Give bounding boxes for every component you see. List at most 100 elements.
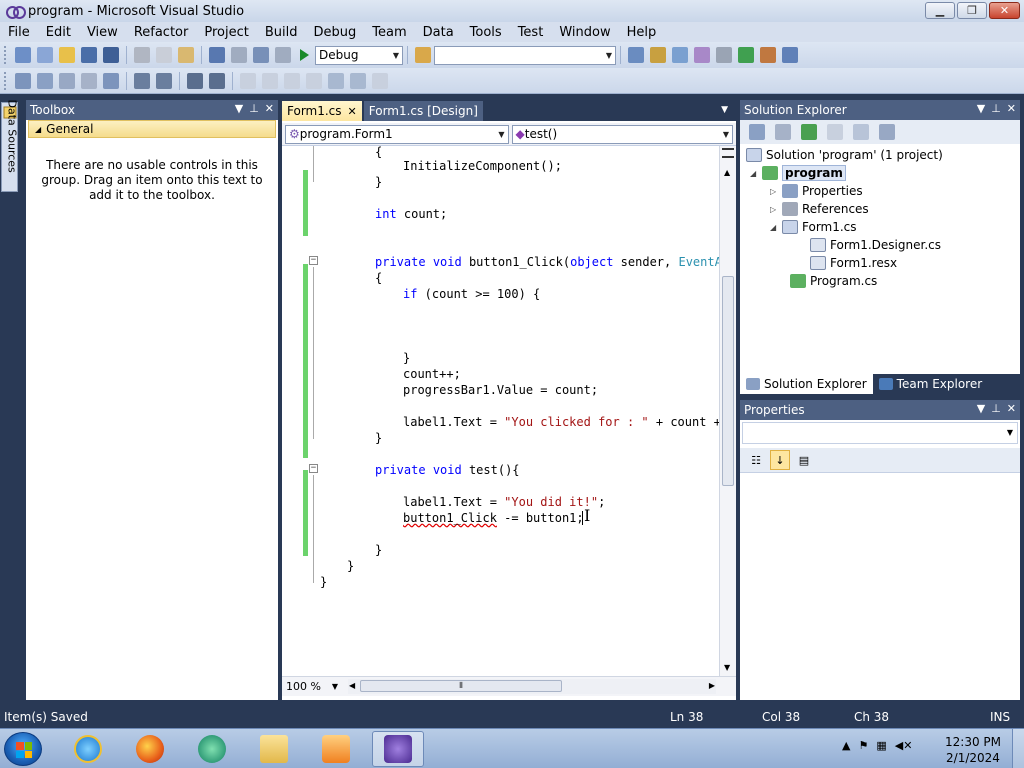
minimize-button[interactable]: ▁ bbox=[925, 2, 955, 19]
toolbox-group-general[interactable]: ◢ General bbox=[28, 120, 276, 138]
close-icon[interactable]: ✕ bbox=[348, 105, 357, 118]
taskbar-visual-studio[interactable] bbox=[372, 731, 424, 767]
tree-item-properties[interactable]: ▷ Properties bbox=[770, 182, 863, 200]
menu-view[interactable]: View bbox=[79, 25, 126, 40]
start-button[interactable] bbox=[4, 732, 42, 766]
undo-icon[interactable] bbox=[209, 47, 225, 63]
menu-file[interactable]: File bbox=[0, 25, 38, 40]
show-desktop-button[interactable] bbox=[1012, 729, 1024, 768]
toggle-bookmark-icon[interactable] bbox=[240, 72, 256, 89]
tab-team-explorer[interactable]: Team Explorer bbox=[873, 374, 989, 394]
auto-hide-pin-icon[interactable]: ⊥ bbox=[249, 102, 259, 115]
find-in-files-icon[interactable] bbox=[415, 47, 431, 63]
navigate-forward-icon[interactable] bbox=[275, 47, 291, 63]
close-icon[interactable]: ✕ bbox=[265, 102, 274, 115]
parameter-info-icon[interactable] bbox=[37, 72, 53, 89]
taskbar-media-player[interactable] bbox=[310, 731, 362, 767]
clear-bookmarks-icon[interactable] bbox=[350, 72, 366, 89]
object-selector-combo[interactable]: ▼ bbox=[742, 422, 1018, 444]
menu-debug[interactable]: Debug bbox=[305, 25, 364, 40]
window-position-icon[interactable]: ▼ bbox=[977, 102, 985, 115]
refresh-icon[interactable] bbox=[801, 124, 817, 140]
categorized-icon[interactable]: ☷ bbox=[746, 450, 766, 470]
auto-hide-pin-icon[interactable]: ⊥ bbox=[991, 402, 1001, 415]
show-all-files-icon[interactable] bbox=[775, 124, 791, 140]
save-all-icon[interactable] bbox=[103, 47, 119, 63]
close-icon[interactable]: ✕ bbox=[1007, 102, 1016, 115]
zoom-combo[interactable]: 100 % ▼ bbox=[282, 678, 342, 695]
active-files-dropdown-icon[interactable]: ▼ bbox=[721, 105, 728, 115]
collapse-outline-icon[interactable]: − bbox=[309, 464, 318, 473]
extension-manager-icon[interactable] bbox=[760, 47, 776, 63]
menu-help[interactable]: Help bbox=[619, 25, 665, 40]
taskbar-app[interactable] bbox=[186, 731, 238, 767]
types-combo[interactable]: ⚙program.Form1 ▼ bbox=[285, 124, 509, 144]
menu-team[interactable]: Team bbox=[364, 25, 414, 40]
open-file-icon[interactable] bbox=[59, 47, 75, 63]
solution-configuration-combo[interactable]: Debug ▼ bbox=[315, 45, 403, 65]
decrease-indent-icon[interactable] bbox=[134, 72, 150, 89]
add-item-icon[interactable] bbox=[37, 47, 53, 63]
object-browser-icon[interactable] bbox=[672, 47, 688, 63]
display-word-completion-icon[interactable] bbox=[103, 72, 119, 89]
quick-info-icon[interactable] bbox=[59, 72, 75, 89]
scrollbar-thumb[interactable]: ⦀ bbox=[360, 680, 562, 692]
copy-icon[interactable] bbox=[156, 47, 172, 63]
property-pages-icon[interactable]: ▤ bbox=[794, 450, 814, 470]
scroll-up-icon[interactable]: ▲ bbox=[724, 168, 730, 177]
next-bookmark-folder-icon[interactable] bbox=[328, 72, 344, 89]
tree-item-form1[interactable]: ◢ Form1.cs bbox=[770, 218, 857, 236]
toolbox-icon[interactable] bbox=[694, 47, 710, 63]
tools-icon[interactable] bbox=[716, 47, 732, 63]
previous-bookmark-folder-icon[interactable] bbox=[306, 72, 322, 89]
scroll-right-icon[interactable]: ▶ bbox=[709, 681, 715, 690]
save-icon[interactable] bbox=[81, 47, 97, 63]
comment-out-icon[interactable] bbox=[187, 72, 203, 89]
paste-icon[interactable] bbox=[178, 47, 194, 63]
action-center-flag-icon[interactable]: ⚑ bbox=[858, 739, 868, 752]
menu-project[interactable]: Project bbox=[196, 25, 256, 40]
scroll-down-icon[interactable]: ▼ bbox=[724, 663, 730, 672]
expanded-triangle-icon[interactable]: ◢ bbox=[750, 169, 762, 178]
menu-build[interactable]: Build bbox=[257, 25, 306, 40]
tree-item-program-cs[interactable]: Program.cs bbox=[790, 272, 877, 290]
auto-hide-pin-icon[interactable]: ⊥ bbox=[991, 102, 1001, 115]
collapse-outline-icon[interactable]: − bbox=[309, 256, 318, 265]
uncomment-icon[interactable] bbox=[209, 72, 225, 89]
increase-indent-icon[interactable] bbox=[156, 72, 172, 89]
menu-edit[interactable]: Edit bbox=[38, 25, 79, 40]
tree-item-form1-designer[interactable]: Form1.Designer.cs bbox=[810, 236, 941, 254]
menu-tools[interactable]: Tools bbox=[462, 25, 510, 40]
tab-solution-explorer[interactable]: Solution Explorer bbox=[740, 374, 873, 394]
tree-item-form1-resx[interactable]: Form1.resx bbox=[810, 254, 897, 272]
tree-item-references[interactable]: ▷ References bbox=[770, 200, 869, 218]
bookmark-window-icon[interactable] bbox=[372, 72, 388, 89]
scroll-left-icon[interactable]: ◀ bbox=[349, 681, 355, 690]
complete-word-icon[interactable] bbox=[81, 72, 97, 89]
find-combo[interactable]: ▼ bbox=[434, 45, 616, 65]
expanded-triangle-icon[interactable]: ◢ bbox=[770, 223, 782, 232]
menu-data[interactable]: Data bbox=[415, 25, 462, 40]
properties-window-icon[interactable] bbox=[650, 47, 666, 63]
new-project-icon[interactable] bbox=[15, 47, 31, 63]
menu-test[interactable]: Test bbox=[510, 25, 552, 40]
horizontal-scrollbar[interactable]: ◀ ⦀ ▶ bbox=[348, 679, 716, 694]
command-window-icon[interactable] bbox=[782, 47, 798, 63]
members-combo[interactable]: ◆test() ▼ bbox=[511, 124, 733, 144]
property-grid[interactable] bbox=[740, 472, 1020, 700]
cut-icon[interactable] bbox=[134, 47, 150, 63]
scrollbar-thumb[interactable] bbox=[722, 276, 734, 486]
object-member-list-icon[interactable] bbox=[15, 72, 31, 89]
splitter-icon[interactable] bbox=[722, 148, 734, 158]
tab-form1-design[interactable]: Form1.cs [Design] bbox=[363, 101, 483, 121]
toolbar-grip[interactable] bbox=[4, 71, 8, 90]
start-page-icon[interactable] bbox=[738, 47, 754, 63]
taskbar-firefox[interactable] bbox=[124, 731, 176, 767]
start-debugging-icon[interactable] bbox=[300, 49, 309, 61]
menu-window[interactable]: Window bbox=[551, 25, 618, 40]
close-icon[interactable]: ✕ bbox=[1007, 402, 1016, 415]
view-code-icon[interactable] bbox=[827, 124, 843, 140]
taskbar-clock[interactable]: 12:30 PM 2/1/2024 bbox=[940, 734, 1006, 766]
toolbar-grip[interactable] bbox=[4, 46, 8, 64]
window-position-icon[interactable]: ▼ bbox=[235, 102, 243, 115]
